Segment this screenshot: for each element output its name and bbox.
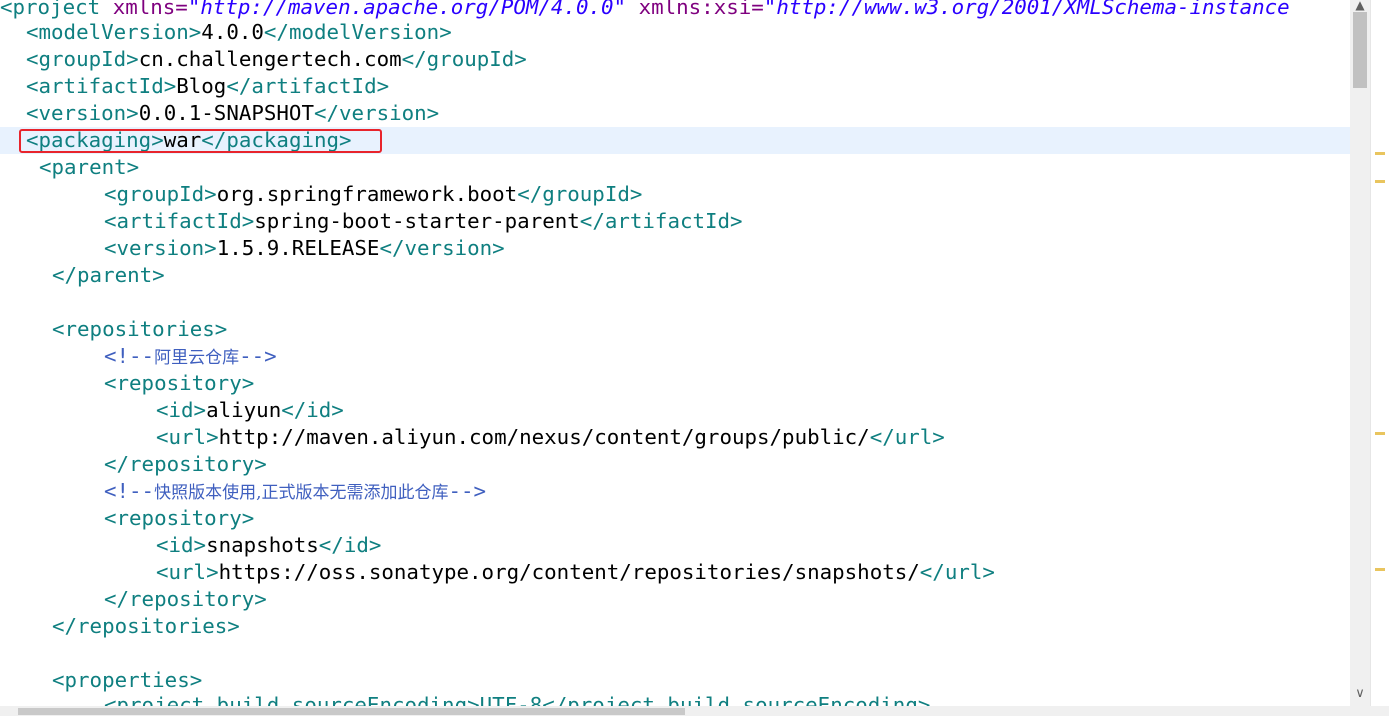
code-line-parent-artifact-id: <artifactId>spring-boot-starter-parent</… xyxy=(104,209,743,233)
code-line-source-encoding: <project.build.sourceEncoding>UTF-8</pro… xyxy=(104,693,931,706)
code-line-repository-open: <repository> xyxy=(104,371,255,395)
scroll-up-arrow-icon[interactable]: ▲ xyxy=(1350,0,1370,12)
code-line-repo1-url: <url>http://maven.aliyun.com/nexus/conte… xyxy=(156,425,945,449)
vertical-scrollbar[interactable]: ▲ ∨ xyxy=(1350,0,1370,706)
overview-marker[interactable] xyxy=(1375,152,1385,155)
code-line-model-version: <modelVersion>4.0.0</modelVersion> xyxy=(26,20,452,44)
code-line-repo2-id: <id>snapshots</id> xyxy=(156,533,382,557)
overview-marker[interactable] xyxy=(1375,568,1385,571)
code-line-comment-snapshot: <!--快照版本使用,正式版本无需添加此仓库--> xyxy=(104,479,487,503)
code-line-repository2-open: <repository> xyxy=(104,506,255,530)
code-line-parent-group-id: <groupId>org.springframework.boot</group… xyxy=(104,182,643,206)
code-line-version: <version>0.0.1-SNAPSHOT</version> xyxy=(26,101,440,125)
overview-marker[interactable] xyxy=(1375,180,1385,183)
code-line-project: <project xmlns="http://maven.apache.org/… xyxy=(0,0,1290,19)
code-line-parent-close: </parent> xyxy=(52,263,165,287)
code-line-comment-aliyun: <!--阿里云仓库--> xyxy=(104,344,277,368)
code-line-properties-open: <properties> xyxy=(52,668,203,692)
code-line-repository-close: </repository> xyxy=(104,452,267,476)
code-line-artifact-id: <artifactId>Blog</artifactId> xyxy=(26,74,390,98)
code-line-parent-version: <version>1.5.9.RELEASE</version> xyxy=(104,236,505,260)
code-line-repositories-close: </repositories> xyxy=(52,614,240,638)
overview-ruler[interactable] xyxy=(1370,0,1389,706)
code-line-parent-open: <parent> xyxy=(39,155,140,179)
packaging-highlight-box xyxy=(19,129,382,153)
xml-editor[interactable]: <project xmlns="http://maven.apache.org/… xyxy=(0,0,1350,706)
horizontal-scrollbar[interactable] xyxy=(0,706,1389,716)
code-line-repo2-url: <url>https://oss.sonatype.org/content/re… xyxy=(156,560,995,584)
code-line-repo1-id: <id>aliyun</id> xyxy=(156,398,344,422)
vertical-scroll-thumb[interactable] xyxy=(1353,12,1367,88)
code-line-repositories-open: <repositories> xyxy=(52,317,228,341)
code-line-group-id: <groupId>cn.challengertech.com</groupId> xyxy=(26,47,527,71)
code-line-repository2-close: </repository> xyxy=(104,587,267,611)
horizontal-scroll-thumb[interactable] xyxy=(18,708,685,715)
overview-marker[interactable] xyxy=(1375,432,1385,435)
scroll-down-arrow-icon[interactable]: ∨ xyxy=(1350,686,1370,701)
